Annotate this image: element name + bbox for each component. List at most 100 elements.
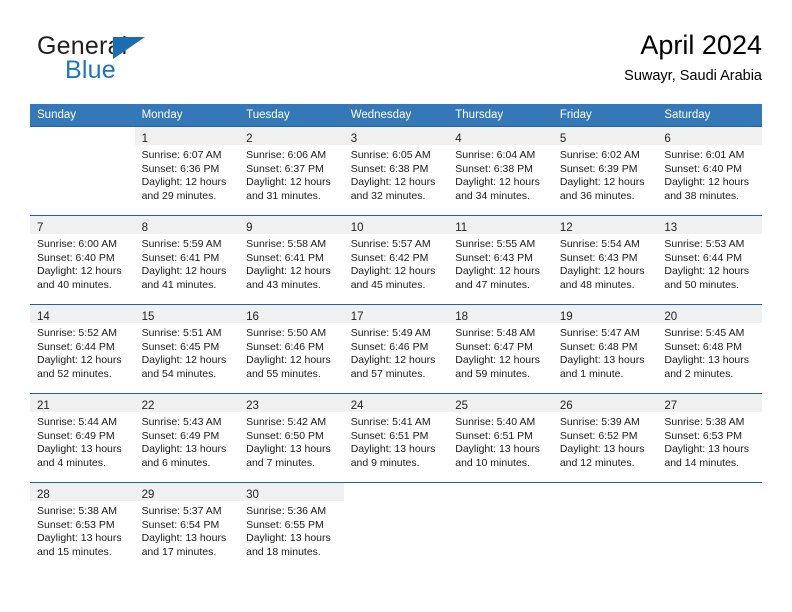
daylight-text-line2: and 18 minutes. [246,545,321,558]
daylight-text-line2: and 57 minutes. [350,367,426,380]
date-number-band [657,483,762,501]
calendar-week-row: 21 Sunrise: 5:44 AM Sunset: 6:49 PM Dayligh… [30,393,762,482]
day-cell-3[interactable]: 3 Sunrise: 6:05 AM Sunset: 6:38 PM Daylight… [343,126,449,215]
daylight-text-line2: and 52 minutes. [37,367,112,380]
day-info: Sunrise: 5:57 AM Sunset: 6:42 PM Daylight:… [344,234,449,292]
logo-text-blue: Blue [65,56,116,84]
daylight-text-line2: and 47 minutes. [455,278,530,291]
daylight-text-line2: and 17 minutes. [141,545,217,558]
day-info: Sunrise: 5:58 AM Sunset: 6:41 PM Daylight:… [239,234,344,292]
day-cell-26[interactable]: 26 Sunrise: 5:39 AM Sunset: 6:52 PM Dayligh… [552,393,658,482]
day-cell-28[interactable]: 28 Sunrise: 5:38 AM Sunset: 6:53 PM Dayligh… [30,482,135,571]
date-number-band: 22 [134,394,240,412]
sunrise-text: Sunrise: 5:39 AM [559,416,640,428]
daylight-text-line1: Daylight: 12 hours [37,354,122,367]
daylight-text-line1: Daylight: 13 hours [559,354,645,367]
sunrise-text: Sunrise: 6:05 AM [350,149,431,161]
day-cell-13[interactable]: 13 Sunrise: 5:53 AM Sunset: 6:44 PM Dayligh… [657,215,762,304]
sunset-text: Sunset: 6:55 PM [246,518,324,531]
date-number: 27 [664,400,678,412]
date-number-band: 5 [552,127,658,145]
day-cell-14[interactable]: 14 Sunrise: 5:52 AM Sunset: 6:44 PM Dayligh… [30,304,135,393]
sunset-text: Sunset: 6:38 PM [455,162,533,175]
day-cell-11[interactable]: 11 Sunrise: 5:55 AM Sunset: 6:43 PM Dayligh… [448,215,553,304]
day-info: Sunrise: 5:49 AM Sunset: 6:46 PM Daylight:… [344,323,449,381]
day-info [30,145,135,149]
day-cell-21[interactable]: 21 Sunrise: 5:44 AM Sunset: 6:49 PM Dayligh… [30,393,135,482]
day-cell-empty [657,482,762,571]
day-cell-5[interactable]: 5 Sunrise: 6:02 AM Sunset: 6:39 PM Daylight… [552,126,658,215]
daylight-text-line1: Daylight: 13 hours [37,532,122,545]
sunrise-text: Sunrise: 5:53 AM [664,238,745,250]
daylight-text-line2: and 41 minutes. [141,278,217,291]
day-cell-8[interactable]: 8 Sunrise: 5:59 AM Sunset: 6:41 PM Daylight… [134,215,240,304]
general-blue-logo[interactable]: General Blue [37,32,267,94]
date-number: 11 [455,222,468,234]
sunrise-text: Sunrise: 5:42 AM [246,416,327,428]
daylight-text-line2: and 38 minutes. [664,189,740,202]
date-number: 25 [455,400,469,412]
day-cell-27[interactable]: 27 Sunrise: 5:38 AM Sunset: 6:53 PM Dayligh… [657,393,762,482]
sunrise-text: Sunrise: 5:45 AM [664,327,745,339]
day-cell-23[interactable]: 23 Sunrise: 5:42 AM Sunset: 6:50 PM Dayligh… [239,393,344,482]
sunrise-text: Sunrise: 6:00 AM [37,238,117,250]
day-cell-4[interactable]: 4 Sunrise: 6:04 AM Sunset: 6:38 PM Daylight… [448,126,553,215]
day-cell-17[interactable]: 17 Sunrise: 5:49 AM Sunset: 6:46 PM Dayligh… [343,304,449,393]
day-cell-22[interactable]: 22 Sunrise: 5:43 AM Sunset: 6:49 PM Dayligh… [134,393,240,482]
day-info: Sunrise: 6:02 AM Sunset: 6:39 PM Daylight:… [553,145,658,203]
weekday-header-row: Sunday Monday Tuesday Wednesday Thursday… [30,104,762,126]
title-block: April 2024 Suwayr, Saudi Arabia [624,28,762,87]
day-info: Sunrise: 5:53 AM Sunset: 6:44 PM Daylight:… [657,234,762,292]
calendar-cell: 21 Sunrise: 5:44 AM Sunset: 6:49 PM Dayligh… [30,393,135,482]
day-cell-2[interactable]: 2 Sunrise: 6:06 AM Sunset: 6:37 PM Daylight… [239,126,344,215]
day-cell-7[interactable]: 7 Sunrise: 6:00 AM Sunset: 6:40 PM Daylight… [30,215,135,304]
day-info: Sunrise: 6:01 AM Sunset: 6:40 PM Daylight:… [657,145,762,203]
day-cell-empty [448,482,553,571]
date-number-band: 25 [448,394,553,412]
date-number-band: 17 [343,305,449,323]
day-cell-19[interactable]: 19 Sunrise: 5:47 AM Sunset: 6:48 PM Dayligh… [552,304,658,393]
day-cell-24[interactable]: 24 Sunrise: 5:41 AM Sunset: 6:51 PM Dayligh… [343,393,449,482]
sunrise-text: Sunrise: 6:04 AM [455,149,536,161]
calendar-cell: 8 Sunrise: 5:59 AM Sunset: 6:41 PM Daylight… [134,215,240,304]
daylight-text-line2: and 45 minutes. [350,278,426,291]
day-cell-1[interactable]: 1 Sunrise: 6:07 AM Sunset: 6:36 PM Daylight… [134,126,240,215]
weekday-header-wednesday: Wednesday [343,104,449,126]
day-cell-6[interactable]: 6 Sunrise: 6:01 AM Sunset: 6:40 PM Daylight… [657,126,762,215]
sunset-text: Sunset: 6:40 PM [37,251,115,264]
sunset-text: Sunset: 6:43 PM [559,251,638,264]
date-number: 14 [37,311,50,323]
daylight-text-line1: Daylight: 13 hours [455,443,540,456]
day-cell-12[interactable]: 12 Sunrise: 5:54 AM Sunset: 6:43 PM Dayligh… [552,215,658,304]
daylight-text-line2: and 34 minutes. [455,189,530,202]
day-cell-20[interactable]: 20 Sunrise: 5:45 AM Sunset: 6:48 PM Dayligh… [657,304,762,393]
sunrise-text: Sunrise: 6:01 AM [664,149,745,161]
calendar-cell: 29 Sunrise: 5:37 AM Sunset: 6:54 PM Dayligh… [134,482,240,571]
date-number-band [344,483,449,501]
date-number: 23 [246,400,259,412]
day-cell-15[interactable]: 15 Sunrise: 5:51 AM Sunset: 6:45 PM Dayligh… [134,304,240,393]
day-cell-9[interactable]: 9 Sunrise: 5:58 AM Sunset: 6:41 PM Daylight… [239,215,344,304]
day-cell-18[interactable]: 18 Sunrise: 5:48 AM Sunset: 6:47 PM Dayligh… [448,304,553,393]
date-number-band: 19 [552,305,658,323]
day-cell-empty [552,482,658,571]
day-cell-16[interactable]: 16 Sunrise: 5:50 AM Sunset: 6:46 PM Dayligh… [239,304,344,393]
date-number: 17 [350,311,364,323]
day-cell-10[interactable]: 10 Sunrise: 5:57 AM Sunset: 6:42 PM Dayligh… [343,215,449,304]
calendar-cell: 14 Sunrise: 5:52 AM Sunset: 6:44 PM Dayligh… [30,304,135,393]
sunset-text: Sunset: 6:36 PM [141,162,220,175]
sunset-text: Sunset: 6:41 PM [246,251,324,264]
date-number-band: 8 [134,216,240,234]
date-number-band: 16 [239,305,344,323]
day-cell-30[interactable]: 30 Sunrise: 5:36 AM Sunset: 6:55 PM Dayligh… [239,482,344,571]
day-cell-29[interactable]: 29 Sunrise: 5:37 AM Sunset: 6:54 PM Dayligh… [134,482,240,571]
date-number-band: 10 [343,216,449,234]
day-cell-25[interactable]: 25 Sunrise: 5:40 AM Sunset: 6:51 PM Dayligh… [448,393,553,482]
day-info: Sunrise: 5:50 AM Sunset: 6:46 PM Daylight:… [239,323,344,381]
day-info [553,501,658,505]
date-number-band: 27 [657,394,762,412]
sunrise-text: Sunrise: 5:54 AM [559,238,640,250]
date-number-band: 24 [343,394,449,412]
daylight-text-line1: Daylight: 12 hours [664,176,750,189]
calendar-cell: 24 Sunrise: 5:41 AM Sunset: 6:51 PM Dayligh… [343,393,449,482]
